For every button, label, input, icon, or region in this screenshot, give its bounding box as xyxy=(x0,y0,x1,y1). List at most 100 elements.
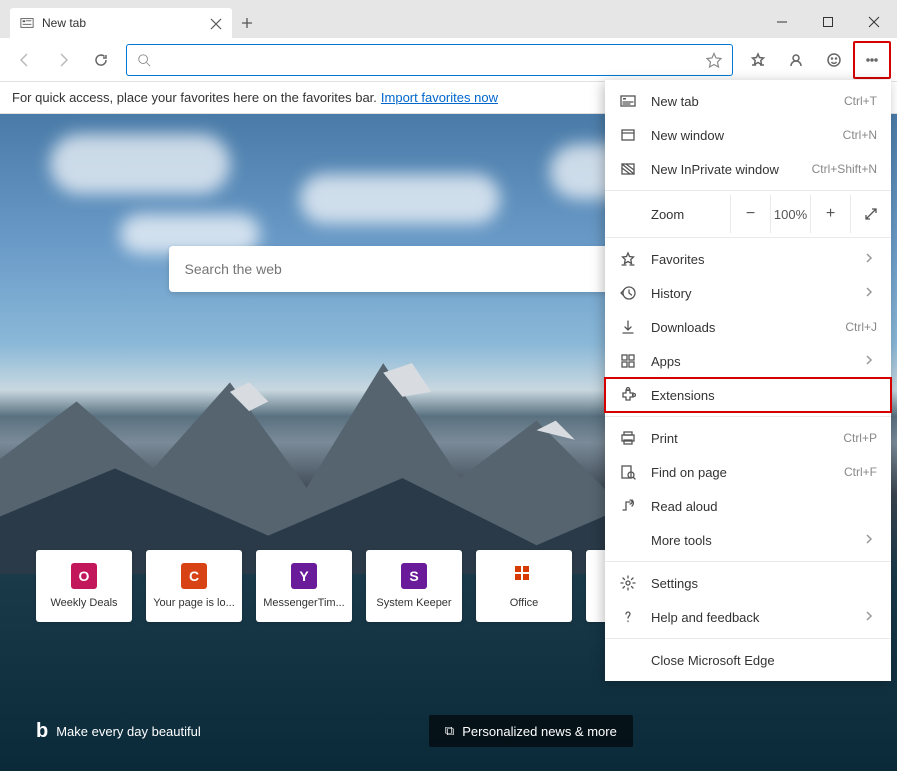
footer: b Make every day beautiful ⧉ Personalize… xyxy=(0,715,897,747)
menu-item-more-tools[interactable]: More tools xyxy=(605,523,891,557)
favlist-icon xyxy=(619,250,637,268)
search-icon xyxy=(137,53,151,67)
favorites-list-button[interactable] xyxy=(739,41,777,79)
menu-shortcut: Ctrl+Shift+N xyxy=(812,162,877,176)
tab-title: New tab xyxy=(42,16,210,30)
menu-item-extensions[interactable]: Extensions xyxy=(605,378,891,412)
main-menu-dropdown: New tabCtrl+TNew windowCtrl+NNew InPriva… xyxy=(605,80,891,681)
menu-item-label: Extensions xyxy=(651,388,877,403)
extensions-icon xyxy=(619,386,637,404)
menu-item-find-on-page[interactable]: Find on pageCtrl+F xyxy=(605,455,891,489)
menu-item-label: New tab xyxy=(651,94,844,109)
menu-item-help-and-feedback[interactable]: Help and feedback xyxy=(605,600,891,634)
menu-item-new-inprivate-window[interactable]: New InPrivate windowCtrl+Shift+N xyxy=(605,152,891,186)
zoom-in-button[interactable]: + xyxy=(811,195,851,233)
quick-link-tile[interactable]: Office xyxy=(476,550,572,622)
menu-item-label: Settings xyxy=(651,576,877,591)
menu-item-label: Find on page xyxy=(651,465,844,480)
back-button[interactable] xyxy=(6,41,44,79)
menu-separator xyxy=(605,638,891,639)
menu-item-label: New InPrivate window xyxy=(651,162,812,177)
menu-separator xyxy=(605,190,891,191)
menu-item-read-aloud[interactable]: Read aloud xyxy=(605,489,891,523)
news-toggle-label: Personalized news & more xyxy=(462,724,617,739)
bing-logo-icon: b xyxy=(36,720,48,743)
quick-link-tile[interactable]: YMessengerTim... xyxy=(256,550,352,622)
menu-item-label: Favorites xyxy=(651,252,865,267)
menu-shortcut: Ctrl+N xyxy=(843,128,877,142)
news-toggle-button[interactable]: ⧉ Personalized news & more xyxy=(429,715,633,747)
chevron-right-icon xyxy=(865,286,877,301)
menu-item-label: More tools xyxy=(651,533,865,548)
emoji-button[interactable] xyxy=(815,41,853,79)
forward-button[interactable] xyxy=(44,41,82,79)
menu-item-label: Help and feedback xyxy=(651,610,865,625)
menu-separator xyxy=(605,237,891,238)
url-input[interactable] xyxy=(159,52,706,68)
address-bar[interactable] xyxy=(126,44,733,76)
bing-tagline[interactable]: b Make every day beautiful xyxy=(36,720,201,743)
menu-item-settings[interactable]: Settings xyxy=(605,566,891,600)
favorite-star-icon[interactable] xyxy=(706,52,722,68)
menu-item-history[interactable]: History xyxy=(605,276,891,310)
menu-item-label: Close Microsoft Edge xyxy=(651,653,877,668)
zoom-value: 100% xyxy=(771,195,811,233)
menu-item-new-tab[interactable]: New tabCtrl+T xyxy=(605,84,891,118)
menu-item-label: History xyxy=(651,286,865,301)
tile-label: Office xyxy=(510,597,539,609)
zoom-out-button[interactable]: − xyxy=(731,195,771,233)
window-icon xyxy=(619,126,637,144)
import-favorites-link[interactable]: Import favorites now xyxy=(381,90,498,105)
bing-tagline-text: Make every day beautiful xyxy=(56,724,201,739)
maximize-button[interactable] xyxy=(805,6,851,38)
browser-tab[interactable]: New tab xyxy=(10,8,232,38)
readaloud-icon xyxy=(619,497,637,515)
menu-shortcut: Ctrl+J xyxy=(845,320,877,334)
chevron-right-icon xyxy=(865,610,877,625)
menu-shortcut: Ctrl+P xyxy=(843,431,877,445)
print-icon xyxy=(619,429,637,447)
menu-item-print[interactable]: PrintCtrl+P xyxy=(605,421,891,455)
fullscreen-button[interactable] xyxy=(851,195,891,233)
settings-icon xyxy=(619,574,637,592)
more-menu-button[interactable] xyxy=(853,41,891,79)
menu-zoom-row: Zoom−100%+ xyxy=(605,195,891,233)
menu-separator xyxy=(605,416,891,417)
download-icon xyxy=(619,318,637,336)
menu-item-apps[interactable]: Apps xyxy=(605,344,891,378)
tile-label: MessengerTim... xyxy=(263,597,345,609)
expand-icon: ⧉ xyxy=(445,723,454,739)
window-controls xyxy=(759,6,897,38)
zoom-label: Zoom xyxy=(651,207,730,222)
history-icon xyxy=(619,284,637,302)
menu-shortcut: Ctrl+F xyxy=(844,465,877,479)
quick-link-tile[interactable]: OWeekly Deals xyxy=(36,550,132,622)
menu-item-downloads[interactable]: DownloadsCtrl+J xyxy=(605,310,891,344)
newtab-icon xyxy=(619,92,637,110)
menu-item-close-microsoft-edge[interactable]: Close Microsoft Edge xyxy=(605,643,891,677)
inprivate-icon xyxy=(619,160,637,178)
new-tab-button[interactable] xyxy=(232,8,262,38)
minimize-button[interactable] xyxy=(759,6,805,38)
close-window-button[interactable] xyxy=(851,6,897,38)
tile-label: Weekly Deals xyxy=(50,597,117,609)
favorites-bar-text: For quick access, place your favorites h… xyxy=(12,90,377,105)
apps-icon xyxy=(619,352,637,370)
chevron-right-icon xyxy=(865,252,877,267)
menu-item-favorites[interactable]: Favorites xyxy=(605,242,891,276)
profile-button[interactable] xyxy=(777,41,815,79)
menu-item-label: New window xyxy=(651,128,843,143)
menu-item-label: Read aloud xyxy=(651,499,877,514)
menu-shortcut: Ctrl+T xyxy=(844,94,877,108)
tile-label: Your page is lo... xyxy=(153,597,235,609)
help-icon xyxy=(619,608,637,626)
find-icon xyxy=(619,463,637,481)
menu-separator xyxy=(605,561,891,562)
toolbar xyxy=(0,38,897,82)
tab-favicon xyxy=(20,16,34,30)
tab-close-icon[interactable] xyxy=(210,17,222,29)
quick-link-tile[interactable]: CYour page is lo... xyxy=(146,550,242,622)
quick-link-tile[interactable]: SSystem Keeper xyxy=(366,550,462,622)
menu-item-new-window[interactable]: New windowCtrl+N xyxy=(605,118,891,152)
refresh-button[interactable] xyxy=(82,41,120,79)
